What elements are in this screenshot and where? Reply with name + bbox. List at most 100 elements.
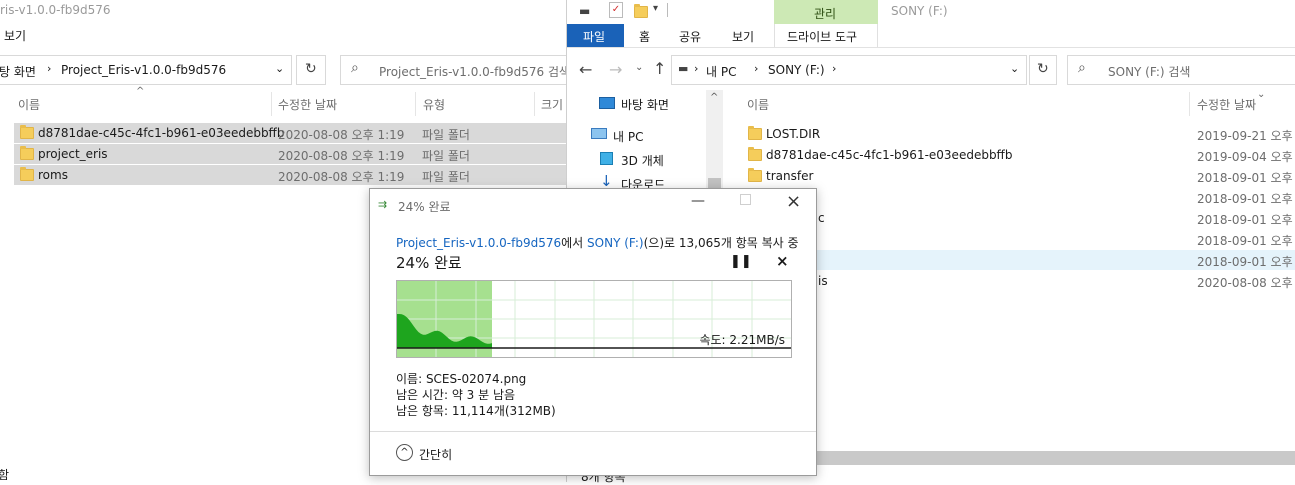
- minimize-button[interactable]: —: [691, 193, 705, 209]
- customize-toolbar-icon[interactable]: ▾: [653, 3, 658, 14]
- chevron-right-icon: ›: [832, 62, 837, 75]
- search-icon: ⌕: [351, 60, 359, 76]
- row-date: 2018-09-01 오후: [1197, 234, 1293, 248]
- column-date[interactable]: 수정한 날짜: [278, 96, 337, 113]
- row-date: 2018-09-01 오후: [1197, 213, 1293, 227]
- less-details-button[interactable]: ^ 간단히: [396, 444, 476, 464]
- list-item[interactable]: c 2018-09-01 오후: [742, 208, 1295, 228]
- close-button[interactable]: ×: [786, 191, 801, 212]
- tab-drive-tools-label: 드라이브 도구: [787, 30, 858, 44]
- row-name: d8781dae-c45c-4fc1-b961-e03eedebbffb: [38, 126, 285, 140]
- drive-icon[interactable]: ▬: [579, 4, 590, 18]
- column-name[interactable]: 이름: [747, 96, 769, 113]
- tab-drive-tools[interactable]: 드라이브 도구: [774, 24, 878, 47]
- menu-view[interactable]: 보기: [4, 27, 26, 44]
- file-name-label: 이름: SCES-02074.png: [396, 372, 527, 386]
- back-button[interactable]: ←: [579, 60, 592, 79]
- column-type[interactable]: 유형: [423, 96, 445, 113]
- properties-icon[interactable]: ✓: [609, 2, 623, 18]
- row-name: LOST.DIR: [766, 127, 821, 141]
- list-item[interactable]: 2018-09-01 오후: [742, 250, 1295, 270]
- copy-count-text: (으)로 13,065개 항목 복사 중: [643, 236, 799, 250]
- tab-share[interactable]: 공유: [679, 28, 701, 45]
- chevron-down-icon[interactable]: ⌄: [275, 62, 284, 75]
- new-folder-icon[interactable]: [634, 4, 648, 18]
- folder-icon: [20, 146, 34, 160]
- pause-button[interactable]: ❚❚: [730, 254, 752, 269]
- row-date: 2019-09-21 오후: [1197, 129, 1293, 143]
- row-type: 파일 폴더: [422, 128, 470, 142]
- list-item[interactable]: transfer 2018-09-01 오후: [742, 166, 1295, 186]
- window-title: ris-v1.0.0-fb9d576: [0, 3, 111, 17]
- row-name: d8781dae-c45c-4fc1-b961-e03eedebbffb: [766, 148, 1013, 162]
- column-date[interactable]: 수정한 날짜: [1197, 96, 1256, 113]
- nav-this-pc[interactable]: 내 PC: [613, 128, 643, 145]
- breadcrumb-root[interactable]: 탕 화면: [0, 63, 36, 80]
- address-bar[interactable]: 탕 화면 › Project_Eris-v1.0.0-fb9d576 ⌄: [0, 55, 292, 85]
- row-type: 파일 폴더: [422, 170, 470, 184]
- breadcrumb-current[interactable]: Project_Eris-v1.0.0-fb9d576: [61, 63, 226, 77]
- table-row[interactable]: project_eris 2020-08-08 오후 1:19 파일 폴더: [14, 144, 566, 164]
- sort-indicator-icon: ⌄: [1257, 89, 1266, 100]
- folder-icon: [748, 126, 762, 140]
- time-left-label: 남은 시간: 약 3 분 남음: [396, 388, 516, 402]
- row-date: 2020-08-08 오후 1:19: [278, 128, 405, 142]
- cancel-button[interactable]: ×: [776, 252, 789, 270]
- row-date: 2019-09-04 오후: [1197, 150, 1293, 164]
- list-item[interactable]: d8781dae-c45c-4fc1-b961-e03eedebbffb 201…: [742, 145, 1295, 165]
- scroll-up-icon[interactable]: ^: [710, 92, 718, 103]
- ribbon-context-tab[interactable]: 관리: [774, 0, 878, 24]
- forward-button[interactable]: →: [609, 60, 622, 79]
- less-details-label: 간단히: [419, 448, 453, 462]
- refresh-icon: ↻: [305, 61, 317, 77]
- nav-desktop[interactable]: 바탕 화면: [621, 96, 669, 113]
- chevron-up-circle-icon: ^: [396, 444, 413, 461]
- maximize-button: [740, 194, 751, 205]
- pc-drive-icon: ▬: [678, 62, 689, 75]
- chevron-right-icon: ›: [754, 62, 759, 75]
- search-box[interactable]: ⌕ SONY (F:) 검색: [1067, 55, 1295, 85]
- refresh-icon: ↻: [1037, 61, 1049, 77]
- status-bar: 함: [0, 468, 10, 482]
- address-bar[interactable]: ▬ › 내 PC › SONY (F:) › ⌄: [671, 55, 1027, 85]
- search-placeholder: Project_Eris-v1.0.0-fb9d576 검색: [379, 65, 571, 79]
- row-name: roms: [38, 168, 68, 182]
- horizontal-scrollbar[interactable]: [812, 451, 1295, 465]
- refresh-button[interactable]: ↻: [296, 55, 326, 85]
- row-name: transfer: [766, 169, 814, 183]
- nav-pane: 바탕 화면 내 PC 3D 개체 ↓ 다운로드: [567, 88, 723, 198]
- items-left-label: 남은 항목: 11,114개(312MB): [396, 404, 556, 418]
- nav-scrollbar[interactable]: ^: [706, 90, 723, 198]
- tab-view[interactable]: 보기: [732, 28, 754, 45]
- up-button[interactable]: ↑: [653, 59, 666, 78]
- list-item[interactable]: 2018-09-01 오후: [742, 187, 1295, 207]
- list-item[interactable]: 2018-09-01 오후: [742, 229, 1295, 249]
- tab-home[interactable]: 홈: [639, 28, 650, 45]
- row-name: project_eris: [38, 147, 108, 161]
- from-text: 에서: [561, 236, 588, 250]
- ribbon-context-label: 관리: [814, 7, 837, 21]
- search-placeholder: SONY (F:) 검색: [1108, 65, 1191, 79]
- source-link[interactable]: Project_Eris-v1.0.0-fb9d576: [396, 236, 561, 250]
- list-item[interactable]: is 2020-08-08 오후: [742, 271, 1295, 291]
- nav-3d-objects[interactable]: 3D 개체: [621, 152, 664, 169]
- search-box[interactable]: ⌕ Project_Eris-v1.0.0-fb9d576 검색: [340, 55, 570, 85]
- column-name[interactable]: 이름: [18, 96, 40, 113]
- destination-link[interactable]: SONY (F:): [587, 236, 644, 250]
- recent-locations-icon[interactable]: ⌄: [635, 62, 643, 73]
- row-date: 2018-09-01 오후: [1197, 255, 1293, 269]
- table-row[interactable]: roms 2020-08-08 오후 1:19 파일 폴더: [14, 165, 566, 185]
- tab-file[interactable]: 파일: [567, 24, 624, 47]
- table-row[interactable]: d8781dae-c45c-4fc1-b961-e03eedebbffb 202…: [14, 123, 566, 143]
- column-size[interactable]: 크기: [541, 96, 563, 113]
- search-icon: ⌕: [1078, 60, 1086, 76]
- progress-graph: 속도: 2.21MB/s: [396, 280, 792, 358]
- breadcrumb-drive[interactable]: SONY (F:): [768, 63, 825, 77]
- row-date: 2020-08-08 오후 1:19: [278, 149, 405, 163]
- chevron-down-icon[interactable]: ⌄: [1010, 62, 1019, 75]
- list-item[interactable]: LOST.DIR 2019-09-21 오후: [742, 124, 1295, 144]
- row-name: is: [818, 274, 828, 288]
- refresh-button[interactable]: ↻: [1029, 55, 1057, 85]
- row-name: c: [818, 211, 825, 225]
- breadcrumb-pc[interactable]: 내 PC: [706, 63, 736, 80]
